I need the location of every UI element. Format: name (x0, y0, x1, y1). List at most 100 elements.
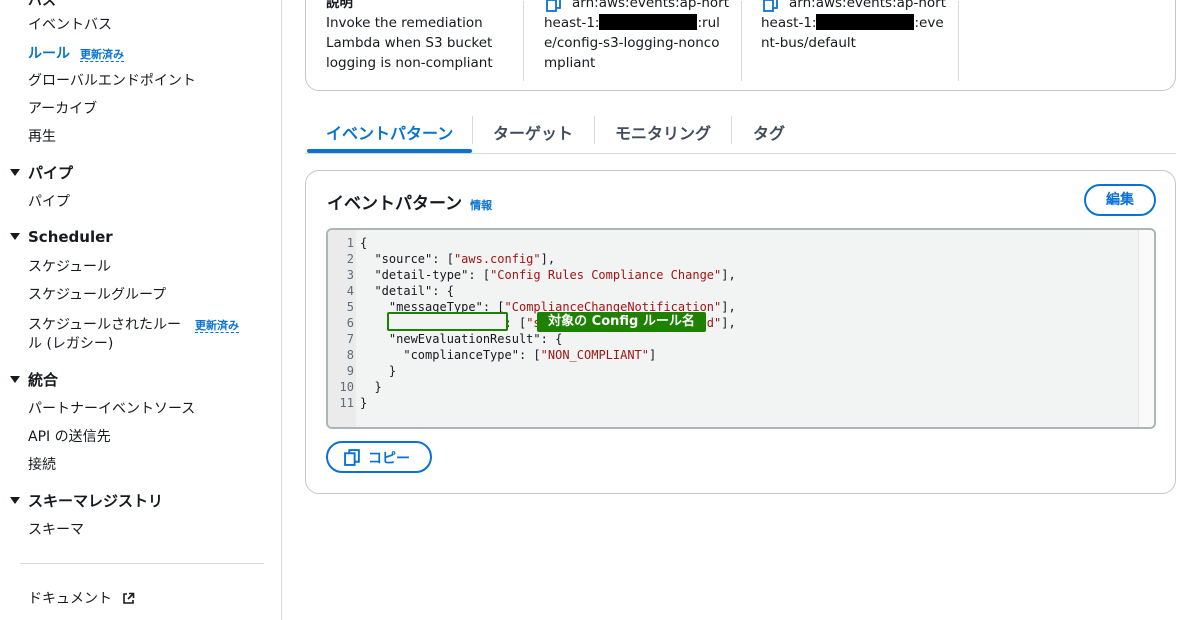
tab-event-pattern[interactable]: イベントパターン (326, 120, 453, 144)
code-text: "complianceType": ["NON_COMPLIANT"] (403, 348, 657, 362)
column-divider (958, 1, 959, 81)
sidebar-section-schema-registry[interactable]: スキーマレジストリ (10, 490, 163, 511)
rule-arn-line: mpliant (544, 55, 596, 71)
sidebar-item-label: スケジュールされたルー (28, 317, 182, 333)
sidebar-item-label-line2[interactable]: ル (レガシー) (28, 333, 113, 353)
sidebar-item-label: ドキュメント (28, 591, 112, 607)
description-column: 説明 Invoke the remediation Lambda when S3… (326, 0, 516, 73)
sidebar-item-connections[interactable]: 接続 (28, 454, 56, 474)
description-heading: 説明 (326, 0, 353, 11)
section-heading: パイプ (28, 164, 74, 182)
copy-icon[interactable] (763, 0, 779, 12)
tab-monitoring[interactable]: モニタリング (615, 120, 711, 144)
info-link[interactable]: 情報 (470, 199, 492, 212)
sidebar-item-api-destinations[interactable]: API の送信先 (28, 426, 111, 446)
line-number: 5 (346, 300, 354, 314)
copy-button-label: コピー (368, 451, 410, 467)
config-rule-name-annotation: 対象の Config ルール名 (537, 312, 706, 332)
rule-arn-line: heast-1::rul (544, 14, 720, 31)
event-bus-arn-column: arn:aws:events:ap-nort heast-1::eve nt-b… (761, 0, 951, 53)
tab-separator (594, 116, 595, 144)
code-line: 8 "complianceType": ["NON_COMPLIANT"] (328, 347, 656, 363)
line-number: 9 (346, 364, 354, 378)
sidebar-item-partner-sources[interactable]: パートナーイベントソース (28, 398, 195, 418)
updated-badge: 更新済み (80, 48, 124, 62)
tab-tags[interactable]: タグ (753, 120, 785, 144)
line-number: 11 (339, 396, 354, 410)
tab-targets[interactable]: ターゲット (493, 120, 573, 144)
code-line: 2 "source": ["aws.config"], (328, 251, 555, 267)
sidebar-section-pipes[interactable]: パイプ (10, 162, 73, 183)
rule-arn-column: arn:aws:events:ap-nort heast-1::rul e/co… (544, 0, 734, 73)
line-number: 8 (346, 348, 354, 362)
rule-details-card: 説明 Invoke the remediation Lambda when S3… (305, 0, 1176, 91)
redacted-account-id (816, 14, 915, 30)
line-number: 4 (346, 284, 354, 298)
section-heading: スキーマレジストリ (28, 492, 164, 510)
event-pattern-card: イベントパターン 情報 編集 1 {2 "source": ["aws.config… (305, 170, 1176, 494)
vertical-scrollbar[interactable] (1138, 230, 1154, 427)
code-editor[interactable]: 1{2 "source": ["aws.config"], 3 "detail-t… (326, 228, 1156, 429)
code-text: "detail": { (374, 284, 454, 298)
sidebar-item-label: ルール (28, 46, 70, 62)
event-bus-arn-top[interactable]: arn:aws:events:ap-nort (761, 0, 951, 13)
active-tab-indicator (307, 149, 472, 153)
sidebar-item-replays[interactable]: 再生 (28, 126, 56, 146)
rule-arn-line: e/config-s3-logging-nonco (544, 35, 720, 51)
sidebar-item-schemas[interactable]: スキーマ (28, 519, 84, 539)
sidebar-item-global-endpoints[interactable]: グローバルエンドポイント (28, 70, 196, 90)
sidebar-item-rules[interactable]: ルール 更新済み (28, 43, 124, 63)
caret-down-icon (10, 233, 20, 240)
sidebar-item-scheduled-rules-legacy[interactable]: スケジュールされたルー 更新済み (28, 314, 240, 334)
edit-button[interactable]: 編集 (1084, 184, 1156, 216)
sidebar-section-integration[interactable]: 統合 (10, 369, 58, 390)
code-line: 7 "newEvaluationResult": { (328, 331, 563, 347)
column-divider (523, 1, 524, 81)
code-line: 3 "detail-type": ["Config Rules Complian… (328, 267, 736, 283)
description-line: Lambda when S3 bucket (326, 35, 493, 51)
caret-down-icon (10, 376, 20, 383)
column-divider (741, 1, 742, 81)
code-text: } (360, 396, 368, 410)
line-number: 10 (339, 380, 354, 394)
redacted-account-id (599, 14, 698, 30)
sidebar-item-schedule-groups[interactable]: スケジュールグループ (28, 284, 166, 304)
sidebar-section-scheduler[interactable]: Scheduler (10, 228, 113, 246)
code-text: "detail-type": ["Config Rules Compliance… (374, 268, 736, 282)
copy-button[interactable]: コピー (326, 441, 432, 473)
section-heading: 統合 (28, 371, 59, 389)
code-line: 9 } (328, 363, 396, 379)
sidebar-divider (20, 563, 264, 564)
sidebar-cut-heading: バス (28, 0, 56, 9)
updated-badge: 更新済み (195, 319, 240, 333)
sidebar-item-schedules[interactable]: スケジュール (28, 256, 111, 276)
description-line: logging is non-compliant (326, 55, 493, 71)
code-line: 10 } (328, 379, 382, 395)
code-text: "source": ["aws.config"], (374, 252, 556, 266)
sidebar-item-archives[interactable]: アーカイブ (28, 98, 97, 118)
line-number: 3 (346, 268, 354, 282)
code-line: 11} (328, 395, 368, 411)
line-number: 2 (346, 252, 354, 266)
rule-arn-top[interactable]: arn:aws:events:ap-nort (544, 0, 734, 13)
section-heading: Scheduler (28, 228, 113, 246)
sidebar-item-documentation[interactable]: ドキュメント (28, 588, 135, 608)
copy-icon (344, 449, 360, 466)
event-pattern-heading: イベントパターン 情報 (327, 194, 493, 214)
code-text: { (360, 236, 368, 250)
sidebar-item-pipes[interactable]: パイプ (28, 191, 70, 211)
event-bus-arn-line: nt-bus/default (761, 35, 856, 51)
sidebar-item-event-bus[interactable]: イベントバス (28, 14, 112, 34)
line-number: 6 (346, 316, 354, 330)
code-text: } (360, 364, 397, 378)
line-number: 7 (346, 332, 354, 346)
external-link-icon (123, 592, 135, 604)
tab-bar: イベントパターン ターゲット モニタリング タグ (305, 112, 1176, 154)
line-number: 1 (346, 236, 354, 250)
code-text: "newEvaluationResult": { (388, 332, 563, 346)
caret-down-icon (10, 497, 20, 504)
sidebar: バス イベントバス ルール 更新済み グローバルエンドポイント アーカイブ 再生 … (0, 0, 282, 620)
copy-icon[interactable] (546, 0, 562, 12)
caret-down-icon (10, 169, 20, 176)
code-line: 4 "detail": { (328, 283, 454, 299)
